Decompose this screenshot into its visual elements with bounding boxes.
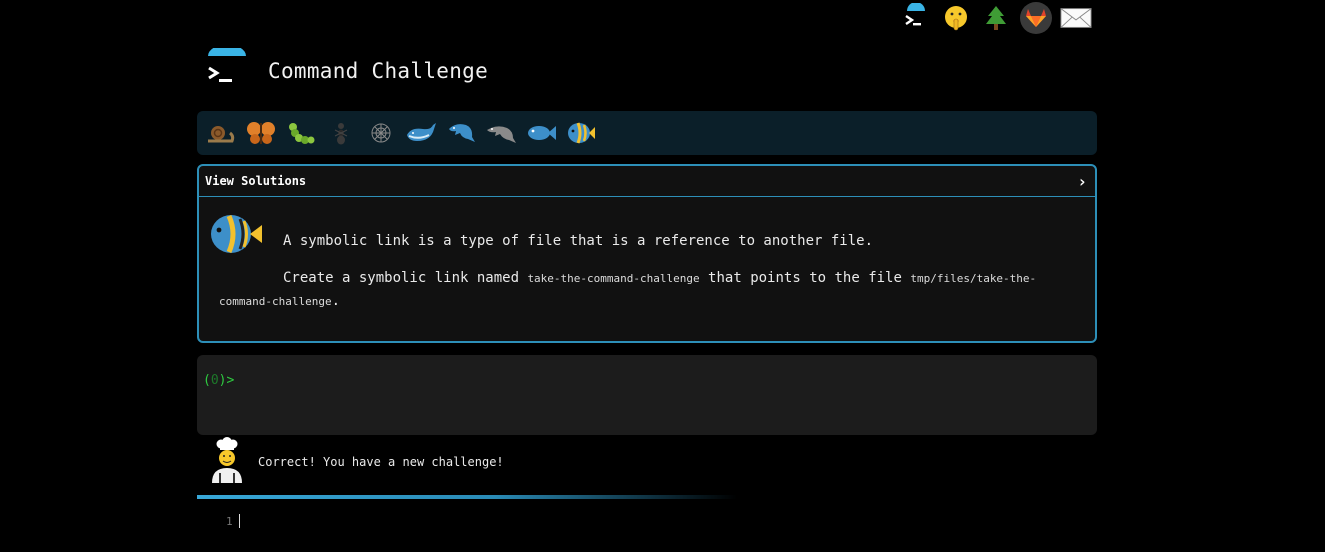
prompt-open: ( [203, 373, 211, 388]
page-title: Command Challenge [268, 59, 489, 83]
caterpillar-icon[interactable] [281, 113, 321, 153]
level-selector [197, 111, 1097, 155]
task-middle: that points to the file [699, 270, 911, 286]
terminal-logo-icon[interactable] [900, 2, 932, 34]
butterfly-icon[interactable] [241, 113, 281, 153]
text-cursor [238, 514, 240, 528]
top-icon-bar [900, 0, 1092, 36]
terminal-input[interactable]: (0)> [197, 355, 1097, 435]
page-header: Command Challenge [204, 44, 489, 94]
gitlab-icon[interactable] [1020, 2, 1052, 34]
shushing-face-icon[interactable] [940, 2, 972, 34]
chevron-right-icon[interactable]: › [1077, 172, 1087, 191]
feedback-row: Correct! You have a new challenge! [210, 437, 504, 487]
chef-icon [210, 437, 244, 487]
view-solutions-toggle[interactable]: View Solutions › [199, 166, 1095, 197]
view-solutions-label[interactable]: View Solutions [205, 174, 306, 188]
ant-icon[interactable] [321, 113, 361, 153]
fish-icon[interactable] [521, 113, 561, 153]
task-prefix: Create a symbolic link named [283, 270, 528, 286]
prompt-count: 0 [210, 373, 219, 388]
tropical-fish-icon [209, 211, 263, 261]
tropical-fish-icon[interactable] [561, 113, 601, 153]
tree-icon[interactable] [980, 2, 1012, 34]
progress-bar [197, 495, 737, 499]
envelope-icon[interactable] [1060, 2, 1092, 34]
challenge-task-text: Create a symbolic link named take-the-co… [219, 267, 1069, 313]
snail-icon[interactable] [201, 113, 241, 153]
dolphin-gray-icon[interactable] [481, 113, 521, 153]
dolphin-icon[interactable] [441, 113, 481, 153]
link-name-code: take-the-command-challenge [527, 272, 700, 285]
web-icon[interactable] [361, 113, 401, 153]
whale-icon[interactable] [401, 113, 441, 153]
prompt-close: )> [218, 373, 235, 388]
challenge-card: View Solutions › A symbolic link is a ty… [197, 164, 1097, 343]
task-suffix: . [331, 293, 341, 309]
line-number: 1 [226, 514, 233, 528]
challenge-intro-text: A symbolic link is a type of file that i… [283, 233, 874, 249]
editor[interactable]: 1 [226, 514, 240, 528]
feedback-message: Correct! You have a new challenge! [258, 455, 504, 469]
terminal-logo-icon[interactable] [204, 44, 250, 94]
